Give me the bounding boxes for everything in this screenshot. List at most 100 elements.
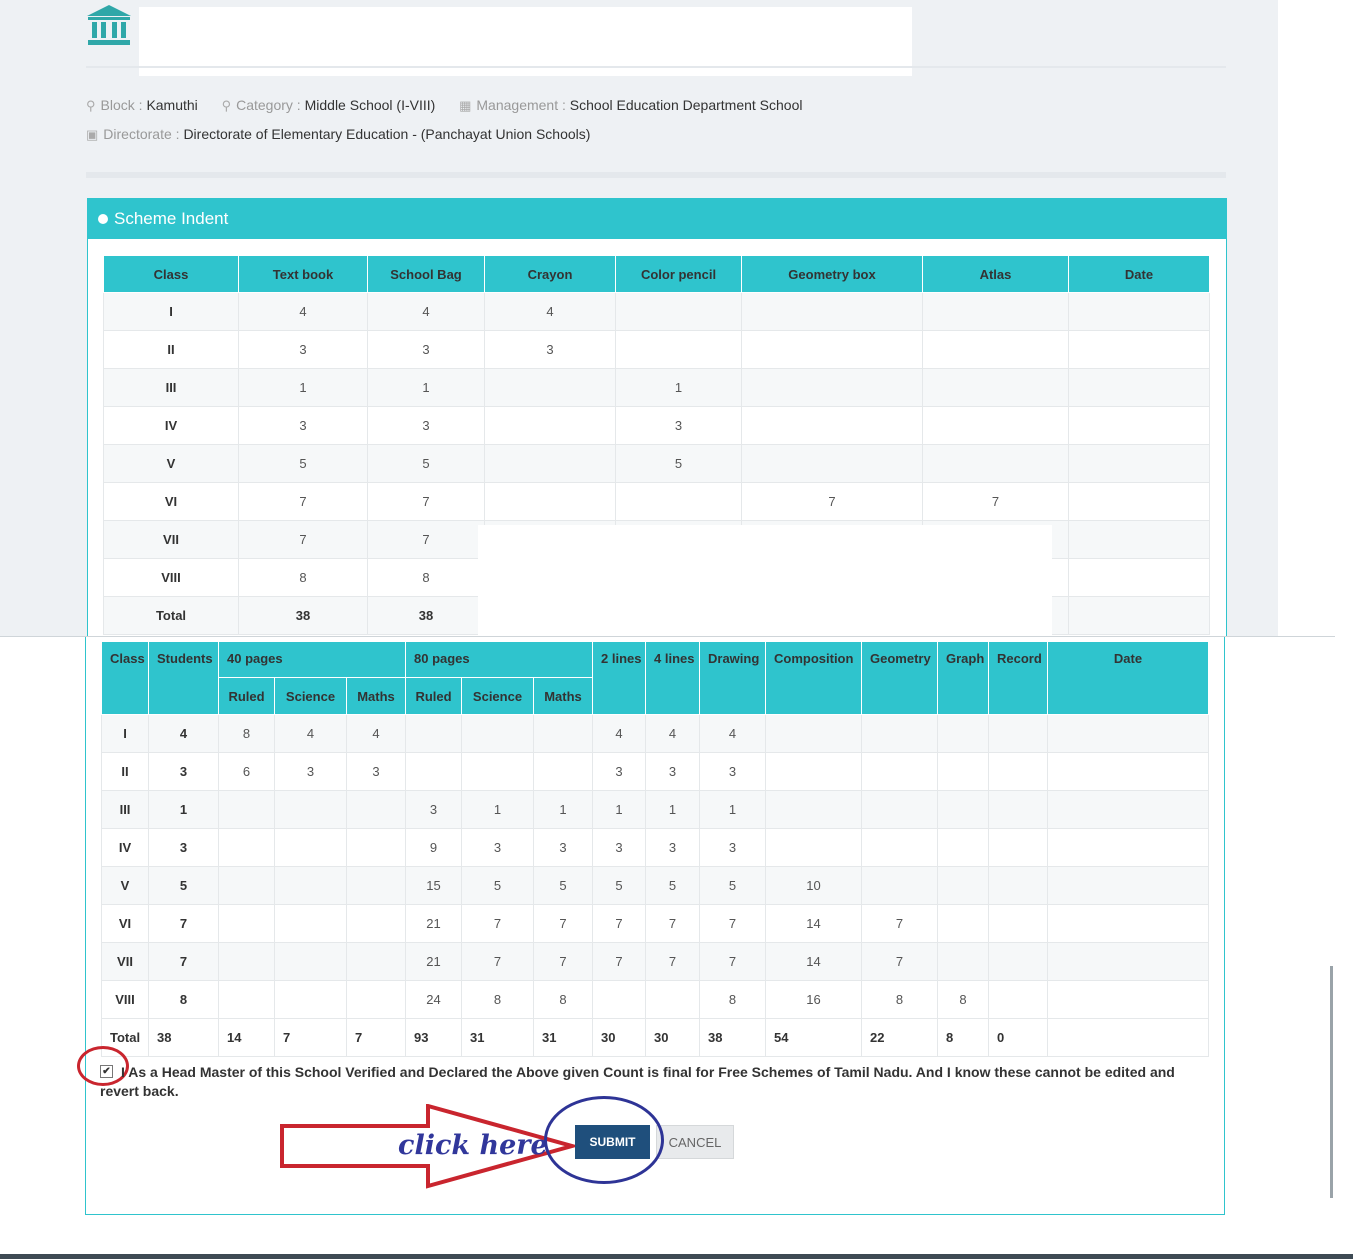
- cell: [988, 714, 1048, 753]
- cell: [615, 482, 742, 521]
- cell: [346, 866, 406, 905]
- cell: 38: [148, 1018, 219, 1057]
- cell: 5: [533, 866, 593, 905]
- cell: 0: [988, 1018, 1048, 1057]
- cell: [741, 444, 923, 483]
- cell: 4: [238, 292, 368, 331]
- cell: II: [101, 752, 149, 791]
- col-class: Class: [101, 641, 149, 715]
- cell: 7: [274, 1018, 347, 1057]
- cell: [274, 980, 347, 1019]
- table-row: VI 7 7 7 7: [103, 482, 1210, 521]
- cancel-button[interactable]: CANCEL: [656, 1125, 734, 1159]
- cell: 1: [645, 790, 700, 829]
- cell: 3: [461, 828, 534, 867]
- cell: VI: [101, 904, 149, 943]
- cell: [346, 980, 406, 1019]
- cell: 7: [922, 482, 1069, 521]
- cell: [533, 714, 593, 753]
- cell: [861, 714, 938, 753]
- calendar-icon: ▦: [459, 98, 472, 113]
- cell: [765, 828, 862, 867]
- cell: 7: [645, 904, 700, 943]
- cell: [937, 828, 989, 867]
- bottom-bar: [0, 1254, 1353, 1259]
- cell: IV: [101, 828, 149, 867]
- cell: [1047, 980, 1209, 1019]
- cell: 8: [148, 980, 219, 1019]
- cell: 3: [484, 330, 616, 369]
- cell: 1: [615, 368, 742, 407]
- cell: [461, 714, 534, 753]
- cell: [741, 406, 923, 445]
- cell: [1047, 828, 1209, 867]
- cell: [988, 790, 1048, 829]
- cell: [346, 828, 406, 867]
- cell: [274, 866, 347, 905]
- col-record: Record: [988, 641, 1048, 715]
- table-row: VI 7 21 7 7 7 7 7 14 7: [101, 904, 1209, 943]
- col-80-pages: 80 pages: [405, 641, 593, 678]
- cell: [615, 292, 742, 331]
- cell: 31: [533, 1018, 593, 1057]
- cell: 31: [461, 1018, 534, 1057]
- cell: 14: [765, 942, 862, 981]
- table-row: II 3 3 3: [103, 330, 1210, 369]
- cell: [937, 942, 989, 981]
- cell: [274, 942, 347, 981]
- cell: 5: [592, 866, 646, 905]
- cell: 5: [645, 866, 700, 905]
- cell: I: [103, 292, 239, 331]
- col-class: Class: [103, 255, 239, 293]
- cell: [1068, 406, 1210, 445]
- cell: [922, 292, 1069, 331]
- table-row: III 1 1 1: [103, 368, 1210, 407]
- cell: [937, 790, 989, 829]
- cell: [988, 942, 1048, 981]
- school-directorate-row: ▣ Directorate : Directorate of Elementary…: [86, 126, 591, 142]
- cell: 3: [405, 790, 462, 829]
- cell: [1068, 330, 1210, 369]
- cell: 16: [765, 980, 862, 1019]
- cell: 22: [861, 1018, 938, 1057]
- cell: 7: [461, 942, 534, 981]
- cell: 4: [484, 292, 616, 331]
- table-row: VIII 8 24 8 8 8 16 8 8: [101, 980, 1209, 1019]
- cell: [988, 980, 1048, 1019]
- cell: [937, 752, 989, 791]
- cell: 3: [367, 406, 485, 445]
- cell: [922, 444, 1069, 483]
- scrollbar[interactable]: [1330, 966, 1333, 1198]
- cell: [346, 904, 406, 943]
- cell: 4: [367, 292, 485, 331]
- cell: 38: [699, 1018, 766, 1057]
- col-composition: Composition: [765, 641, 862, 715]
- cell: 7: [699, 942, 766, 981]
- declaration-checkbox[interactable]: ✔: [100, 1064, 113, 1078]
- cell: 8: [218, 714, 275, 753]
- cell: 21: [405, 904, 462, 943]
- cell: [218, 866, 275, 905]
- cell: 6: [218, 752, 275, 791]
- cell: [937, 904, 989, 943]
- divider: [86, 172, 1226, 178]
- cell: [741, 368, 923, 407]
- cell: 7: [533, 904, 593, 943]
- cell: 38: [367, 596, 485, 635]
- cell: [1047, 904, 1209, 943]
- cell: [274, 904, 347, 943]
- cell: [1047, 942, 1209, 981]
- cell: 3: [592, 828, 646, 867]
- declaration: ✔ I As a Head Master of this School Verif…: [100, 1063, 1200, 1101]
- cell: 7: [592, 904, 646, 943]
- cell: 7: [592, 942, 646, 981]
- cell: 8: [937, 1018, 989, 1057]
- cell: 1: [367, 368, 485, 407]
- cell: 3: [148, 752, 219, 791]
- cell: [274, 790, 347, 829]
- cell: 4: [592, 714, 646, 753]
- cell: 7: [148, 942, 219, 981]
- cell: II: [103, 330, 239, 369]
- cell: [1047, 790, 1209, 829]
- cell: [218, 942, 275, 981]
